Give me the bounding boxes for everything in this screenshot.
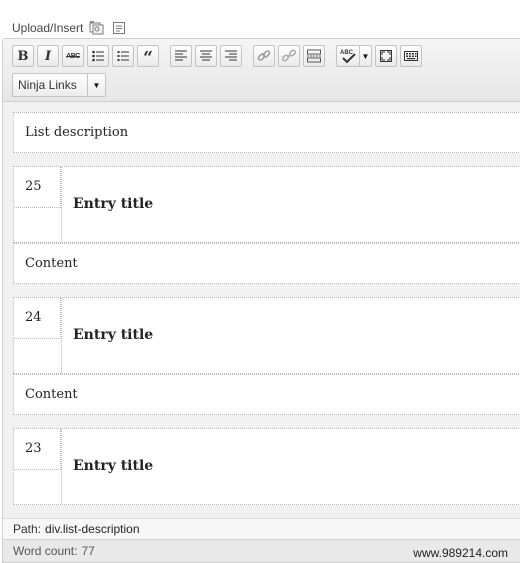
toolbar-row-1: B I ABC “ ABC ▼ (12, 44, 425, 68)
editor-toolbar: B I ABC “ ABC ▼ Ninja Links ▼ (3, 39, 520, 102)
numbered-list-icon[interactable] (112, 45, 134, 67)
entry-number: 23 (14, 429, 61, 470)
visual-editor: B I ABC “ ABC ▼ Ninja Links ▼ List descr… (2, 38, 520, 563)
add-form-icon[interactable] (111, 20, 127, 36)
word-count-label: Word count: (13, 544, 78, 558)
align-left-icon[interactable] (170, 45, 192, 67)
bold-icon[interactable]: B (12, 45, 34, 67)
entry-title: Entry title (73, 196, 154, 212)
unlink-icon[interactable] (278, 45, 300, 67)
toolbar-row-2: Ninja Links ▼ (12, 73, 106, 97)
path-bar: Path: div.list-description (3, 518, 520, 539)
watermark: www.989214.com (413, 546, 508, 560)
spellcheck-dropdown-icon[interactable]: ▼ (359, 46, 371, 66)
entry-content[interactable]: Content (13, 374, 520, 415)
entry-content[interactable]: Content (13, 243, 520, 284)
entry-title: Entry title (73, 327, 154, 343)
kitchen-sink-icon[interactable] (400, 45, 422, 67)
entry-number: 24 (14, 298, 61, 339)
path-label: Path: (13, 522, 42, 536)
upload-insert-label: Upload/Insert (12, 21, 84, 35)
fullscreen-icon[interactable] (375, 45, 397, 67)
chevron-down-icon[interactable]: ▼ (87, 74, 105, 96)
italic-icon[interactable]: I (37, 45, 59, 67)
list-entry[interactable]: 23 Entry title (13, 428, 520, 505)
align-right-icon[interactable] (220, 45, 242, 67)
list-entry[interactable]: 24 Entry title (13, 297, 520, 374)
insert-more-icon[interactable] (303, 45, 325, 67)
format-select-value: Ninja Links (18, 78, 77, 92)
blockquote-icon[interactable]: “ (137, 45, 159, 67)
word-count-value: 77 (81, 544, 95, 558)
strikethrough-icon[interactable]: ABC (62, 45, 84, 67)
upload-insert-row: Upload/Insert (12, 18, 127, 38)
align-center-icon[interactable] (195, 45, 217, 67)
entry-title: Entry title (73, 458, 154, 474)
list-entry[interactable]: 25 Entry title (13, 166, 520, 243)
list-description[interactable]: List description (13, 112, 520, 153)
entry-number: 25 (14, 167, 61, 208)
spellcheck-abc-text: ABC (340, 50, 354, 56)
insert-link-icon[interactable] (253, 45, 275, 67)
bulleted-list-icon[interactable] (87, 45, 109, 67)
editor-content[interactable]: List description 25 Entry title Content … (3, 102, 520, 518)
path-value[interactable]: div.list-description (45, 522, 139, 536)
format-select[interactable]: Ninja Links ▼ (12, 73, 106, 97)
spellcheck-icon[interactable]: ABC ▼ (336, 45, 372, 67)
add-media-icon[interactable] (89, 20, 105, 36)
